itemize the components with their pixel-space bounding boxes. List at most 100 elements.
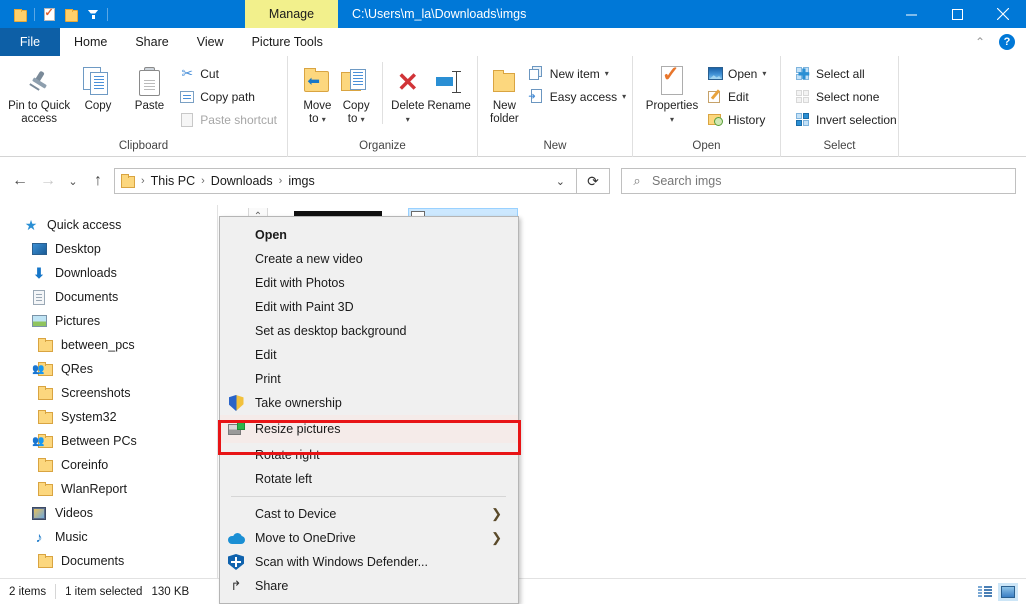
- menu-item-open[interactable]: Open: [220, 223, 518, 247]
- button-label: Rename: [427, 100, 471, 112]
- properties-button[interactable]: ✓ Properties ▾: [641, 60, 703, 126]
- menu-item-label: Move to OneDrive: [255, 531, 356, 545]
- new-item-button[interactable]: New item ▾: [525, 63, 630, 84]
- sidebar-item-screenshots[interactable]: Screenshots: [0, 381, 217, 405]
- menu-item-label: Edit: [255, 348, 277, 362]
- breadcrumb-this-pc[interactable]: This PC: [148, 174, 198, 188]
- easy-access-button[interactable]: ➜ Easy access ▾: [525, 86, 630, 107]
- sidebar-item-documents[interactable]: Documents: [0, 285, 217, 309]
- tab-share[interactable]: Share: [121, 28, 183, 56]
- back-arrow-icon[interactable]: ←: [6, 166, 34, 196]
- ribbon-tab-filler: ⌃ ?: [336, 28, 1026, 56]
- menu-item-resize-pictures[interactable]: Resize pictures: [220, 415, 518, 443]
- chevron-down-icon[interactable]: ⌄: [545, 175, 576, 188]
- dropdown-icon[interactable]: [82, 3, 104, 25]
- chevron-down-icon: ▾: [405, 115, 410, 124]
- sidebar-item-between-pcs-lower[interactable]: between_pcs: [0, 333, 217, 357]
- menu-item-take-ownership[interactable]: Take ownership: [220, 391, 518, 415]
- button-label: New item: [549, 66, 600, 81]
- ribbon-filler: [899, 56, 1026, 156]
- delete-button[interactable]: ✕ Delete ▾: [388, 60, 427, 126]
- documents-icon: [30, 288, 48, 306]
- new-item-icon: [529, 66, 545, 82]
- pin-to-quick-access-button[interactable]: Pin to Quick access: [6, 60, 72, 126]
- invert-selection-button[interactable]: Invert selection: [791, 109, 901, 130]
- rename-button[interactable]: Rename: [427, 60, 471, 113]
- chevron-up-icon[interactable]: ⌃: [967, 35, 993, 49]
- select-none-button[interactable]: Select none: [791, 86, 901, 107]
- search-box[interactable]: ⌕ Search imgs: [621, 168, 1016, 194]
- copy-button[interactable]: Copy: [72, 60, 124, 113]
- tab-picture-tools[interactable]: Picture Tools: [237, 28, 337, 56]
- menu-item-cast-to-device[interactable]: Cast to Device ❯: [220, 502, 518, 526]
- sidebar-item-music[interactable]: ♪ Music: [0, 525, 217, 549]
- recent-locations-icon[interactable]: ⌄: [62, 166, 84, 196]
- properties-icon[interactable]: [38, 3, 60, 25]
- paste-shortcut-button[interactable]: Paste shortcut: [175, 109, 281, 130]
- details-view-icon[interactable]: [975, 583, 995, 601]
- cut-button[interactable]: ✂ Cut: [175, 63, 281, 84]
- new-folder-button[interactable]: New folder: [490, 60, 519, 126]
- sidebar-item-label: between_pcs: [61, 338, 135, 352]
- select-all-button[interactable]: ✚ Select all: [791, 63, 901, 84]
- manage-contextual-tab[interactable]: Manage: [245, 0, 338, 28]
- sidebar-item-videos[interactable]: Videos: [0, 501, 217, 525]
- menu-item-label: Edit with Photos: [255, 276, 345, 290]
- sidebar-item-qres[interactable]: 👥 QRes: [0, 357, 217, 381]
- button-label: Easy access: [549, 89, 618, 104]
- minimize-button[interactable]: [888, 0, 934, 28]
- search-input[interactable]: Search imgs: [652, 174, 721, 188]
- sidebar-item-quick-access[interactable]: ★ Quick access: [0, 213, 217, 237]
- menu-item-rotate-left[interactable]: Rotate left: [220, 467, 518, 491]
- menu-item-scan-with-windows-defender[interactable]: Scan with Windows Defender...: [220, 550, 518, 574]
- context-menu: Open Create a new video Edit with Photos…: [219, 216, 519, 604]
- large-icons-view-icon[interactable]: [998, 582, 1018, 601]
- sidebar-item-between-pcs[interactable]: 👥 Between PCs: [0, 429, 217, 453]
- menu-item-edit-with-paint-3d[interactable]: Edit with Paint 3D: [220, 295, 518, 319]
- breadcrumb-imgs[interactable]: imgs: [285, 174, 317, 188]
- pictures-icon: [30, 312, 48, 330]
- menu-item-share[interactable]: ↱ Share: [220, 574, 518, 598]
- menu-item-set-as-desktop-background[interactable]: Set as desktop background: [220, 319, 518, 343]
- menu-item-print[interactable]: Print: [220, 367, 518, 391]
- edit-button[interactable]: Edit: [703, 86, 770, 107]
- status-size: 130 KB: [151, 585, 190, 598]
- tab-file[interactable]: File: [0, 28, 60, 56]
- button-label-line1: New: [492, 100, 516, 112]
- menu-item-move-to-onedrive[interactable]: Move to OneDrive ❯: [220, 526, 518, 550]
- sidebar-item-documents-2[interactable]: Documents: [0, 549, 217, 573]
- copy-to-button[interactable]: Copy to ▾: [337, 60, 376, 126]
- ribbon-group-clipboard: Pin to Quick access Copy Paste ✂ Cut Cop…: [0, 56, 288, 157]
- move-to-button[interactable]: ⬅ Move to ▾: [298, 60, 337, 126]
- navigation-bar: ← → ⌄ ↑ › This PC › Downloads › imgs ⌄ ⟳…: [0, 157, 1026, 205]
- forward-arrow-icon[interactable]: →: [34, 166, 62, 196]
- maximize-button[interactable]: [934, 0, 980, 28]
- sidebar-item-wlanreport[interactable]: WlanReport: [0, 477, 217, 501]
- address-bar[interactable]: › This PC › Downloads › imgs ⌄: [114, 168, 577, 194]
- sidebar-item-coreinfo[interactable]: Coreinfo: [0, 453, 217, 477]
- tab-home[interactable]: Home: [60, 28, 122, 56]
- open-button[interactable]: Open ▾: [703, 63, 770, 84]
- folder-icon[interactable]: [9, 3, 31, 25]
- new-folder-icon[interactable]: [60, 3, 82, 25]
- sidebar-item-system32[interactable]: System32: [0, 405, 217, 429]
- menu-item-edit[interactable]: Edit: [220, 343, 518, 367]
- paste-button[interactable]: Paste: [124, 60, 176, 113]
- breadcrumb-downloads[interactable]: Downloads: [208, 174, 276, 188]
- up-arrow-icon[interactable]: ↑: [84, 166, 112, 196]
- menu-item-edit-with-photos[interactable]: Edit with Photos: [220, 271, 518, 295]
- breadcrumb-separator: ›: [201, 175, 205, 187]
- sidebar-item-downloads[interactable]: ⬇ Downloads: [0, 261, 217, 285]
- history-button[interactable]: History: [703, 109, 770, 130]
- menu-item-rotate-right[interactable]: Rotate right: [220, 443, 518, 467]
- sidebar-item-desktop[interactable]: Desktop: [0, 237, 217, 261]
- copy-path-button[interactable]: Copy path: [175, 86, 281, 107]
- button-label-line1: Move: [303, 100, 332, 112]
- sidebar-item-pictures[interactable]: Pictures: [0, 309, 217, 333]
- tab-view[interactable]: View: [182, 28, 238, 56]
- menu-item-create-a-new-video[interactable]: Create a new video: [220, 247, 518, 271]
- help-icon[interactable]: ?: [999, 34, 1015, 50]
- close-button[interactable]: [980, 0, 1026, 28]
- button-label-line1: Copy: [342, 100, 370, 112]
- refresh-icon[interactable]: ⟳: [577, 168, 610, 194]
